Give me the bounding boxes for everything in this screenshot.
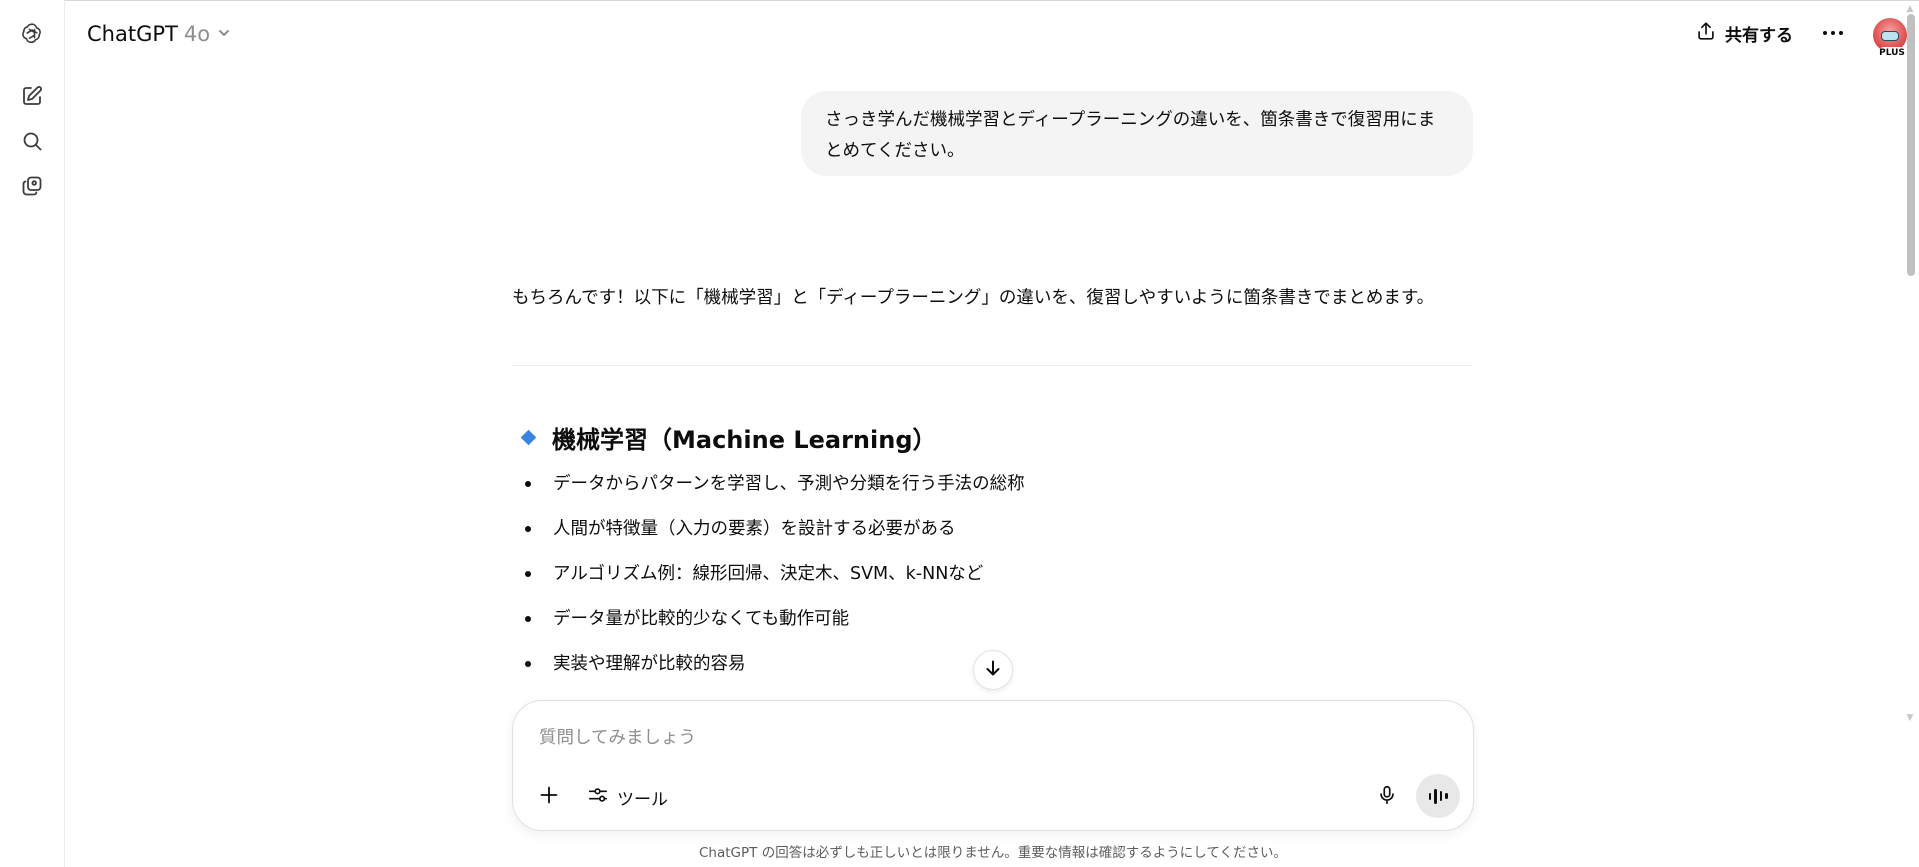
compose-icon — [20, 84, 44, 112]
share-icon — [1695, 20, 1717, 47]
more-options-icon[interactable] — [1817, 16, 1849, 50]
plus-icon — [538, 784, 560, 810]
share-label: 共有する — [1725, 25, 1793, 46]
plan-badge: PLUS — [1878, 47, 1906, 59]
message-composer: ツール — [512, 700, 1474, 831]
microphone-icon — [1376, 784, 1398, 810]
list-item: 人間が特徴量（入力の要素）を設計する必要がある — [512, 514, 1472, 559]
footer-disclaimer: ChatGPT の回答は必ずしも正しいとは限りません。重要な情報は確認するように… — [699, 845, 1287, 861]
attach-button[interactable] — [531, 779, 567, 815]
openai-logo-icon[interactable] — [17, 18, 47, 48]
scroll-up-arrow-icon[interactable]: ▲ — [1905, 4, 1915, 14]
user-message-bubble: さっき学んだ機械学習とディープラーニングの違いを、箇条書きで復習用にまとめてくだ… — [801, 91, 1473, 176]
prompt-input[interactable] — [539, 723, 1419, 753]
list-item: データ量が比較的少なくても動作可能 — [512, 604, 1472, 649]
voice-mode-button[interactable] — [1416, 774, 1460, 818]
section-heading-text: 機械学習（Machine Learning） — [552, 425, 937, 454]
scroll-down-arrow-icon[interactable]: ▼ — [1905, 713, 1915, 723]
sidebar-item-search[interactable] — [17, 128, 47, 158]
sidebar-item-new-chat[interactable] — [17, 83, 47, 113]
chevron-down-icon — [216, 22, 232, 46]
sidebar-item-library[interactable] — [17, 173, 47, 203]
arrow-down-icon — [983, 658, 1003, 682]
section-heading: 機械学習（Machine Learning） — [520, 418, 937, 456]
sliders-icon — [587, 784, 609, 811]
divider — [512, 365, 1472, 366]
assistant-intro-text: もちろんです！以下に「機械学習」と「ディープラーニング」の違いを、復習しやすいよ… — [512, 288, 1435, 308]
tools-label: ツール — [617, 789, 668, 810]
model-name: ChatGPT — [87, 22, 178, 46]
share-button[interactable]: 共有する — [1695, 16, 1793, 50]
model-version: 4o — [183, 22, 211, 46]
dictate-button[interactable] — [1369, 779, 1405, 815]
list-item: アルゴリズム例：線形回帰、決定木、SVM、k-NNなど — [512, 559, 1472, 604]
images-icon — [20, 174, 44, 202]
top-border — [0, 0, 1919, 1]
scroll-to-bottom-button[interactable] — [973, 650, 1013, 690]
model-selector[interactable]: ChatGPT 4o — [87, 18, 232, 50]
tools-button[interactable]: ツール — [579, 779, 676, 815]
sidebar-rail — [0, 0, 65, 867]
scrollbar-thumb[interactable] — [1907, 14, 1915, 276]
list-item: データからパターンを学習し、予測や分類を行う手法の総称 — [512, 469, 1472, 514]
blue-diamond-icon — [520, 429, 537, 445]
search-icon — [20, 129, 44, 157]
